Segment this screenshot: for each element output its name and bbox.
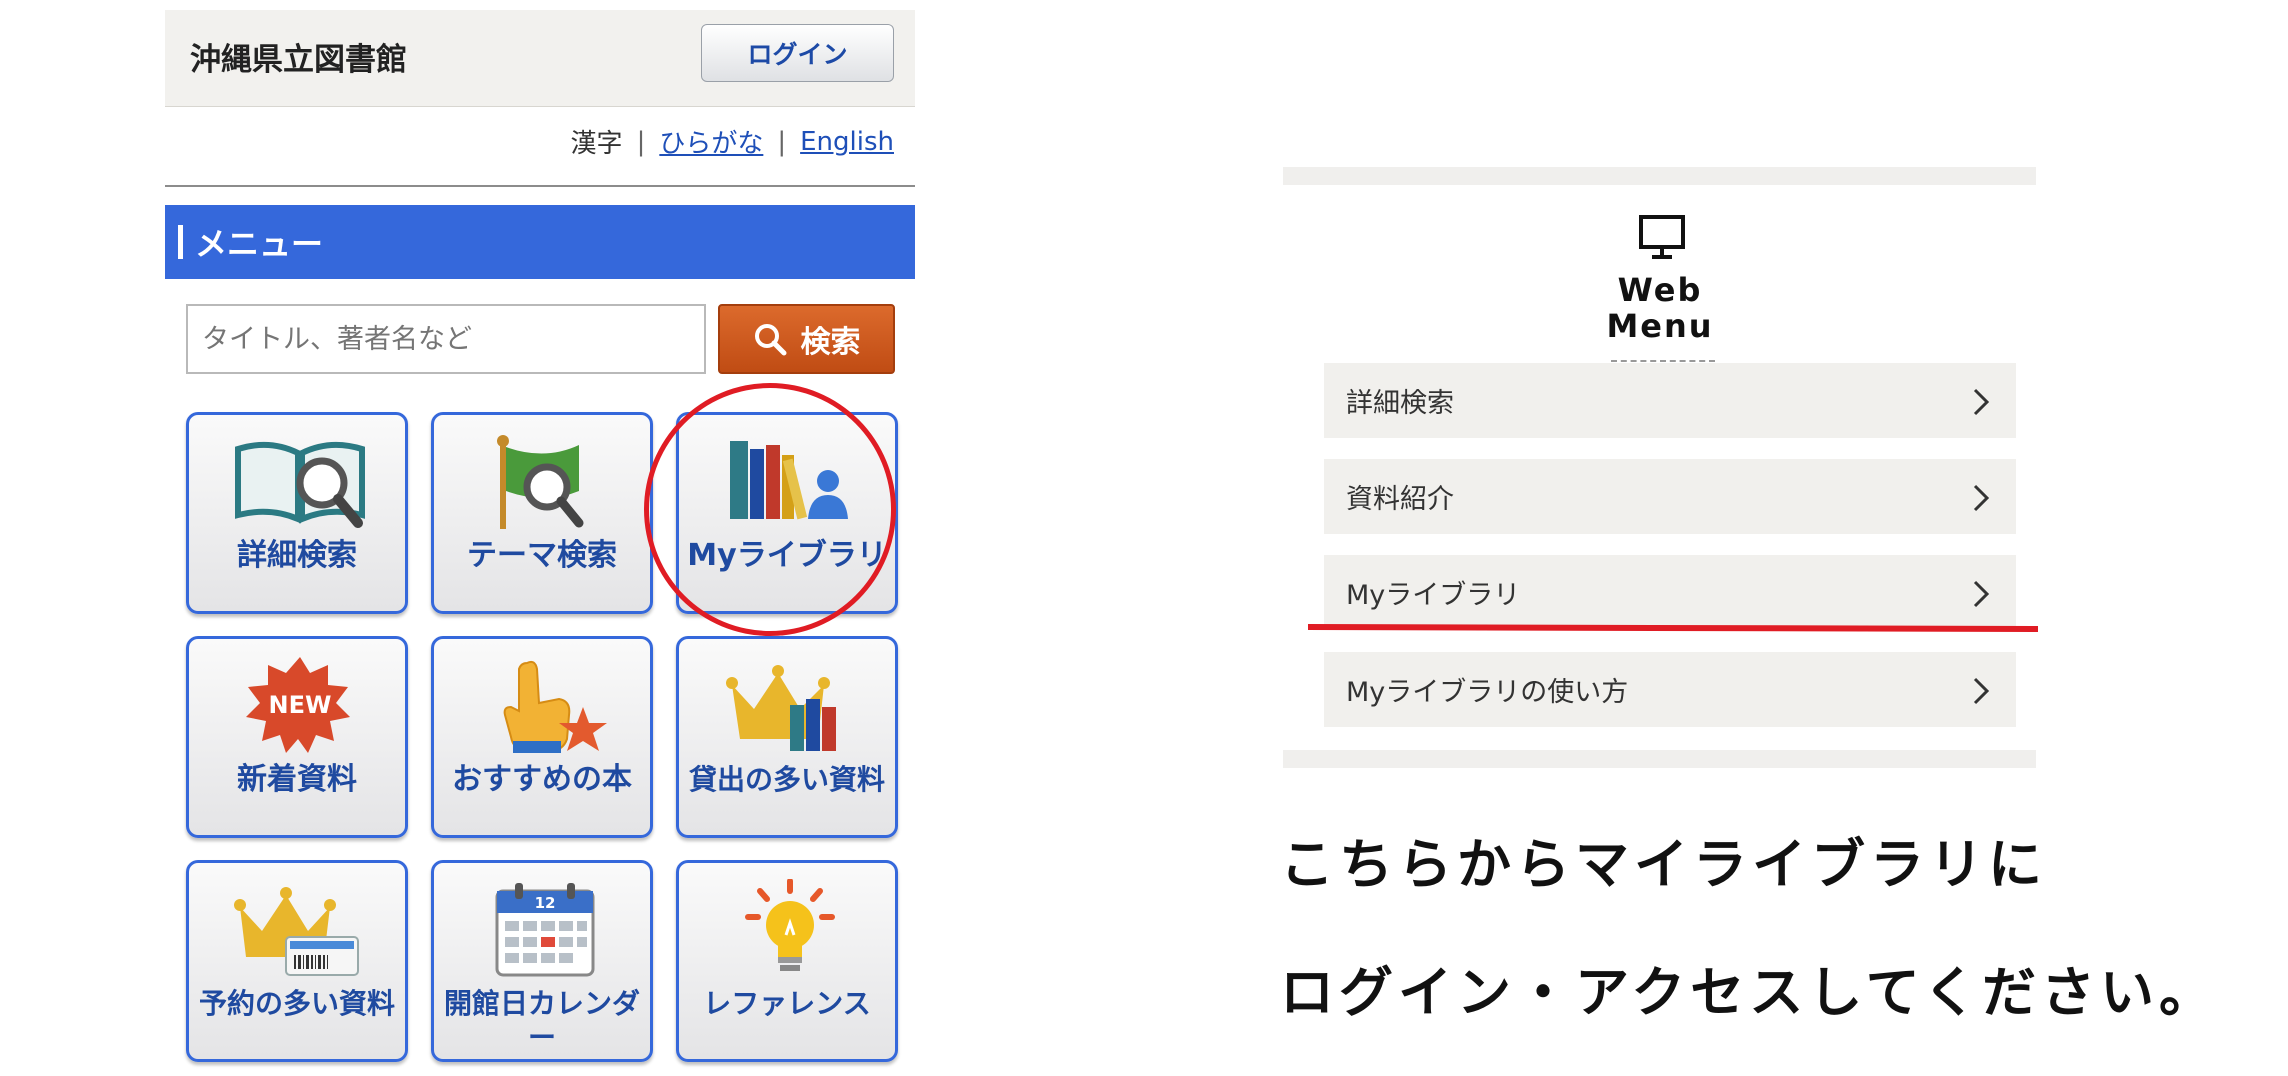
menu-heading: メニュー xyxy=(165,205,915,279)
web-menu-item-label: Myライブラリ xyxy=(1346,580,1521,611)
lang-separator: | xyxy=(636,126,646,157)
tile-label: 開館日カレンダー xyxy=(443,987,640,1054)
new-badge-icon: NEW xyxy=(246,657,350,753)
tile-theme-search[interactable]: テーマ検索 xyxy=(431,412,653,614)
tile-advanced-search[interactable]: 詳細検索 xyxy=(186,412,408,614)
tile-label: 新着資料 xyxy=(237,762,357,797)
site-header: 沖縄県立図書館 ログイン xyxy=(165,10,915,107)
tile-label: レファレンス xyxy=(703,987,871,1020)
calendar-icon: 12 xyxy=(495,883,595,977)
tile-most-borrowed[interactable]: 貸出の多い資料 xyxy=(676,636,898,838)
lang-kanji: 漢字 xyxy=(570,129,623,159)
tile-label: おすすめの本 xyxy=(452,762,632,797)
crown-card-icon xyxy=(234,887,359,976)
tile-label: 詳細検索 xyxy=(237,538,357,573)
web-menu-title-line2: Menu xyxy=(1606,307,1714,345)
lang-separator: | xyxy=(777,126,787,157)
web-menu-item-my-library[interactable]: Myライブラリ xyxy=(1324,555,2016,630)
language-switcher: 漢字 | ひらがな | English xyxy=(571,123,894,160)
web-menu-top-band xyxy=(1283,167,2036,185)
tile-most-reserved[interactable]: 予約の多い資料 xyxy=(186,860,408,1062)
web-menu-item-label: Myライブラリの使い方 xyxy=(1346,677,1629,708)
lang-english-link[interactable]: English xyxy=(800,127,894,157)
chevron-right-icon xyxy=(1973,388,1990,416)
web-menu-item-materials[interactable]: 資料紹介 xyxy=(1324,459,2016,534)
web-menu-item-label: 詳細検索 xyxy=(1346,388,1454,419)
lang-hiragana-link[interactable]: ひらがな xyxy=(659,123,763,160)
notice-line-1: こちらからマイライブラリに xyxy=(1280,833,2047,896)
highlight-circle xyxy=(644,383,896,636)
tile-calendar[interactable]: 12 開館日カレンダー xyxy=(431,860,653,1062)
login-button[interactable]: ログイン xyxy=(701,24,894,82)
heading-mark xyxy=(178,225,183,259)
search-input[interactable] xyxy=(186,304,706,374)
site-title: 沖縄県立図書館 xyxy=(190,42,407,78)
web-menu-item-advanced-search[interactable]: 詳細検索 xyxy=(1324,363,2016,438)
new-badge-text: NEW xyxy=(269,691,332,719)
book-magnifier-icon xyxy=(235,441,365,528)
chevron-right-icon xyxy=(1973,677,1990,705)
calendar-day: 12 xyxy=(535,894,556,912)
divider xyxy=(165,185,915,187)
tile-label: テーマ検索 xyxy=(467,538,617,573)
web-menu-item-label: 資料紹介 xyxy=(1346,484,1454,515)
web-menu-item-my-library-guide[interactable]: Myライブラリの使い方 xyxy=(1324,652,2016,727)
web-menu-title-underline xyxy=(1611,360,1715,362)
chevron-right-icon xyxy=(1973,484,1990,512)
tile-label: 予約の多い資料 xyxy=(198,987,395,1020)
tile-recommended-books[interactable]: おすすめの本 xyxy=(431,636,653,838)
crown-books-icon xyxy=(726,665,836,751)
search-button-label: 検索 xyxy=(800,325,861,360)
lightbulb-icon xyxy=(745,879,835,971)
chevron-right-icon xyxy=(1973,580,1990,608)
highlight-underline xyxy=(1307,624,2039,632)
flag-magnifier-icon xyxy=(497,435,584,529)
web-menu-bottom-band xyxy=(1283,750,2036,768)
tile-label: 貸出の多い資料 xyxy=(688,763,885,796)
tile-new-materials[interactable]: NEW 新着資料 xyxy=(186,636,408,838)
search-icon xyxy=(754,324,786,356)
pointing-hand-star-icon xyxy=(503,660,607,753)
tile-reference[interactable]: レファレンス xyxy=(676,860,898,1062)
search-button[interactable]: 検索 xyxy=(718,304,895,374)
web-menu-title: Web Menu xyxy=(1560,272,1760,344)
web-menu-title-line1: Web xyxy=(1617,271,1703,309)
monitor-icon xyxy=(1639,215,1685,259)
menu-heading-label: メニュー xyxy=(195,225,324,263)
notice-line-2: ログイン・アクセスしてください。 xyxy=(1280,961,2219,1024)
